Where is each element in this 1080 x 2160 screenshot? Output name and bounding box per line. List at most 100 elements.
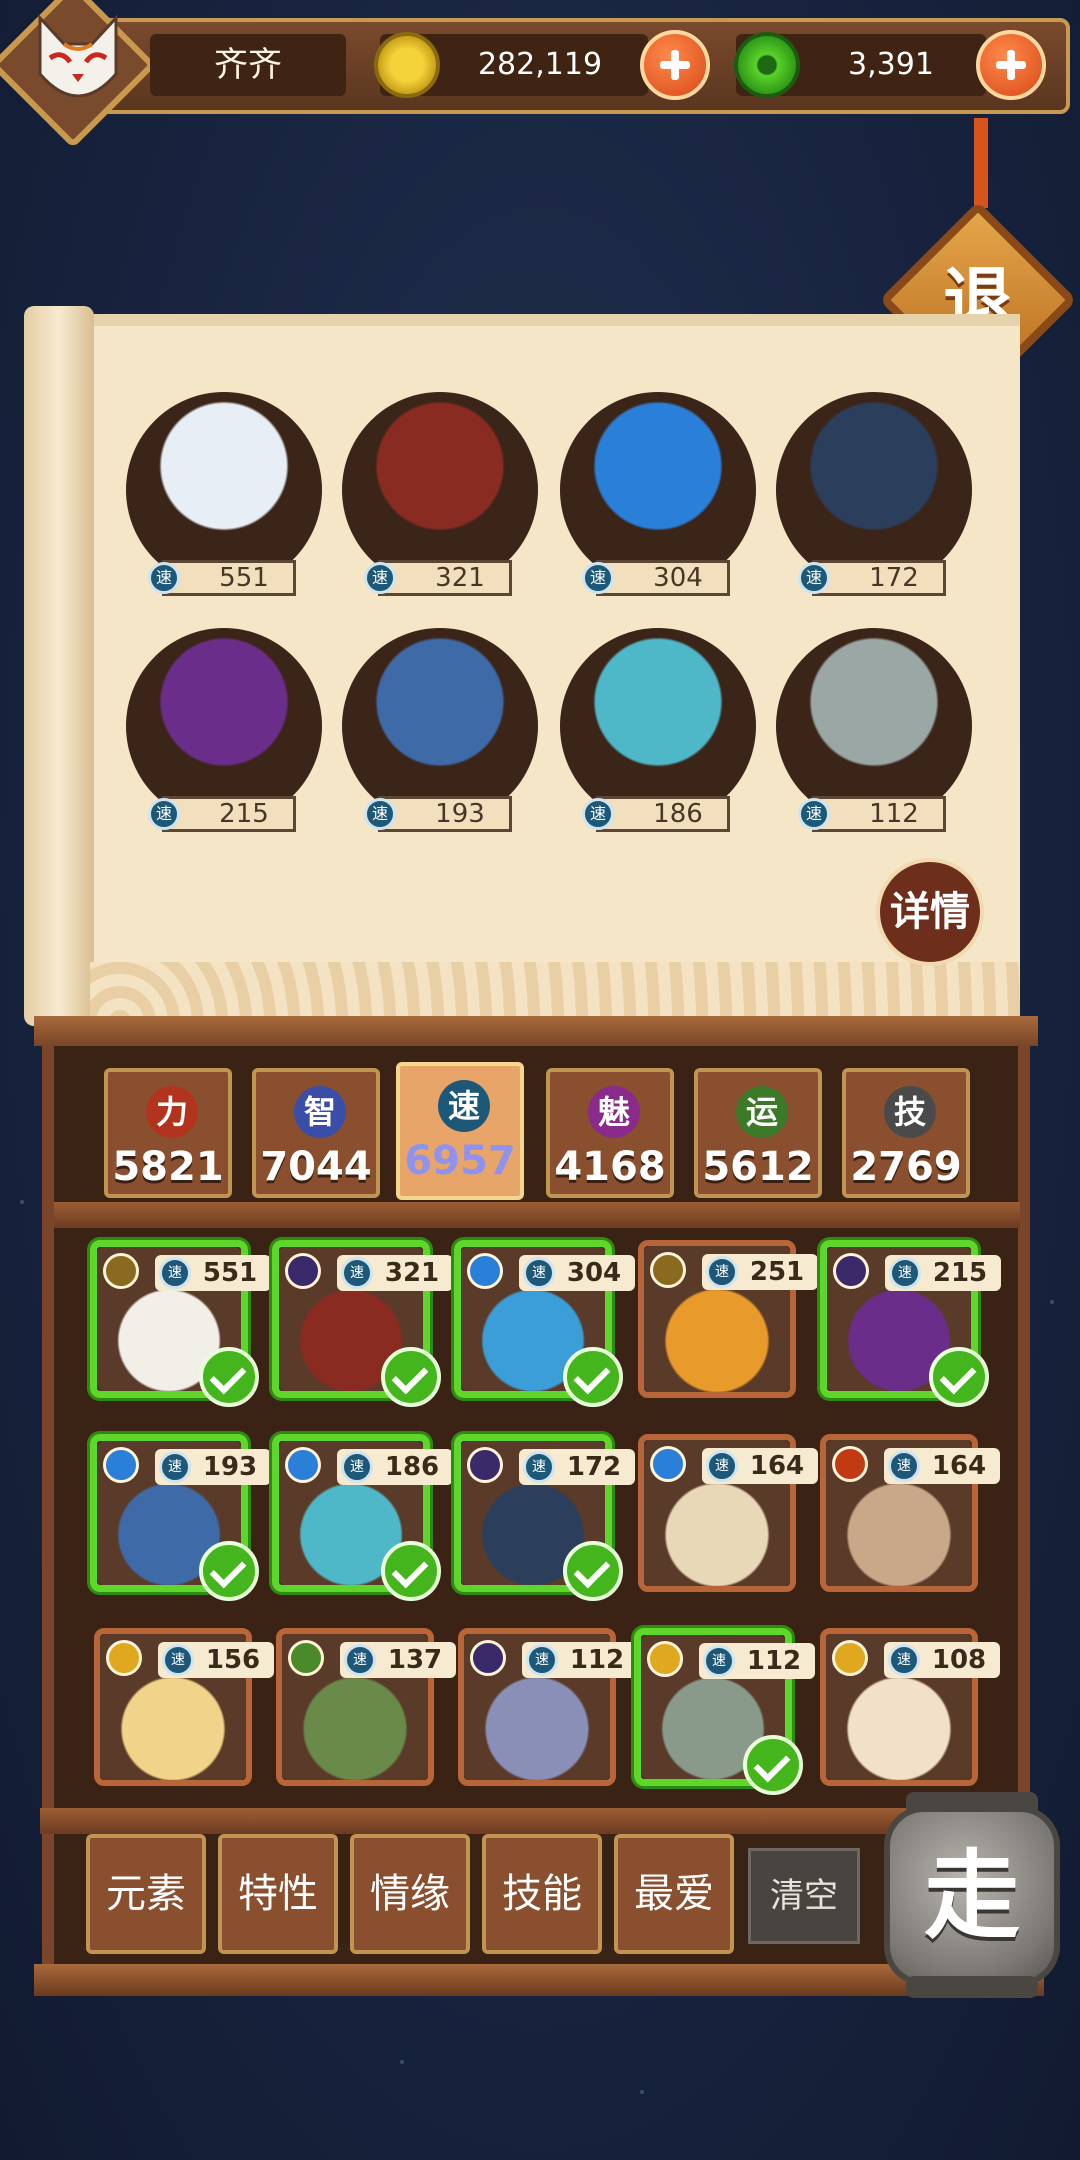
speed-value: 193 [435, 799, 485, 829]
attribute-tab[interactable]: 魅 4168 [546, 1068, 674, 1198]
add-jade-button[interactable] [976, 30, 1046, 100]
speed-icon: 速 [888, 1644, 920, 1676]
speed-value: 156 [205, 1645, 261, 1675]
dark-mask-beast-icon [794, 398, 954, 568]
speed-value: 164 [749, 1451, 805, 1481]
pet-card[interactable]: 速 108 [820, 1628, 1000, 1786]
attribute-icon: 运 [736, 1086, 788, 1138]
detail-label[interactable]: 详情 [876, 858, 984, 966]
fox-mask-avatar-icon[interactable] [30, 14, 126, 118]
attribute-tab[interactable]: 技 2769 [842, 1068, 970, 1198]
background-star [20, 1200, 24, 1204]
pet-card[interactable]: 速 321 [272, 1240, 453, 1407]
selected-check-icon [743, 1735, 803, 1795]
go-label[interactable]: 走 [884, 1806, 1060, 1986]
speed-icon: 速 [582, 562, 614, 594]
speed-value: 186 [384, 1452, 440, 1482]
selected-check-icon [199, 1347, 259, 1407]
team-slot[interactable]: 速 304 [560, 392, 760, 612]
light-element-icon [106, 1640, 142, 1676]
team-slot[interactable]: 速 551 [126, 392, 326, 612]
speed-value: 186 [653, 799, 703, 829]
attribute-value: 7044 [260, 1144, 372, 1190]
selected-check-icon [199, 1541, 259, 1601]
filter-button[interactable]: 情缘 [350, 1834, 470, 1954]
team-slot[interactable]: 速 321 [342, 392, 542, 612]
speed-icon: 速 [364, 562, 396, 594]
speed-value: 112 [869, 799, 919, 829]
speed-value: 112 [746, 1646, 802, 1676]
pet-card[interactable]: 速 304 [454, 1240, 635, 1407]
speed-icon: 速 [706, 1450, 738, 1482]
speed-icon: 速 [341, 1451, 373, 1483]
team-slot[interactable]: 速 172 [776, 392, 976, 612]
speed-value: 172 [566, 1452, 622, 1482]
moon-element-icon [467, 1447, 503, 1483]
jade-coin-icon [734, 32, 800, 98]
background-star [400, 2060, 404, 2064]
pet-card[interactable]: 速 137 [276, 1628, 456, 1786]
filter-button[interactable]: 技能 [482, 1834, 602, 1954]
player-name: 齐齐 [214, 45, 282, 85]
pet-card[interactable]: 速 215 [820, 1240, 1001, 1407]
filter-button[interactable]: 特性 [218, 1834, 338, 1954]
selected-check-icon [563, 1541, 623, 1601]
team-slot[interactable]: 速 186 [560, 628, 760, 848]
pet-card[interactable]: 速 164 [820, 1434, 1000, 1592]
scroll-edge [60, 314, 1020, 326]
pet-card[interactable]: 速 112 [458, 1628, 638, 1786]
purple-sorceress-icon [144, 634, 304, 804]
team-slot[interactable]: 速 215 [126, 628, 326, 848]
pet-card[interactable]: 速 186 [272, 1434, 453, 1601]
clear-button[interactable]: 清空 [748, 1848, 860, 1944]
pet-card[interactable]: 速 172 [454, 1434, 635, 1601]
cabinet-bottom-shelf [40, 1808, 1030, 1834]
attribute-tab[interactable]: 速 6957 [396, 1062, 524, 1200]
add-gold-button[interactable] [640, 30, 710, 100]
filter-button[interactable]: 元素 [86, 1834, 206, 1954]
light-element-icon [647, 1641, 683, 1677]
cabinet-top-shelf [34, 1016, 1038, 1046]
speed-icon: 速 [526, 1644, 558, 1676]
speed-icon: 速 [341, 1257, 373, 1289]
attribute-tab[interactable]: 智 7044 [252, 1068, 380, 1198]
speed-value: 215 [932, 1258, 988, 1288]
filter-button[interactable]: 最爱 [614, 1834, 734, 1954]
pet-card[interactable]: 速 156 [94, 1628, 274, 1786]
attribute-tab[interactable]: 力 5821 [104, 1068, 232, 1198]
background-star [1050, 1300, 1054, 1304]
speed-value: 137 [387, 1645, 443, 1675]
speed-icon: 速 [798, 798, 830, 830]
speed-value: 551 [202, 1258, 258, 1288]
speed-value: 304 [653, 563, 703, 593]
team-slot[interactable]: 速 193 [342, 628, 542, 848]
pet-card[interactable]: 速 164 [638, 1434, 818, 1592]
speed-icon: 速 [798, 562, 830, 594]
moon-element-icon [833, 1253, 869, 1289]
water-element-icon [285, 1447, 321, 1483]
scroll-roller [24, 306, 94, 1026]
speed-icon: 速 [703, 1645, 735, 1677]
fox-spirit-icon [144, 398, 304, 568]
pet-card[interactable]: 速 193 [90, 1434, 271, 1601]
speed-icon: 速 [523, 1451, 555, 1483]
speed-icon: 速 [159, 1257, 191, 1289]
attribute-icon: 技 [884, 1086, 936, 1138]
fire-element-icon [832, 1446, 868, 1482]
pet-card[interactable]: 速 112 [634, 1628, 815, 1795]
attribute-value: 2769 [850, 1144, 962, 1190]
cabinet-mid-shelf [54, 1202, 1020, 1228]
speed-value: 164 [931, 1451, 987, 1481]
scroll-wave-pattern [90, 962, 1020, 1016]
team-slot[interactable]: 速 112 [776, 628, 976, 848]
pet-card[interactable]: 速 251 [638, 1240, 818, 1398]
opera-general-icon [360, 398, 520, 568]
selected-check-icon [381, 1541, 441, 1601]
attribute-value: 5821 [112, 1144, 224, 1190]
attribute-tab[interactable]: 运 5612 [694, 1068, 822, 1198]
attribute-value: 4168 [554, 1144, 666, 1190]
speed-value: 251 [749, 1257, 805, 1287]
pet-card[interactable]: 速 551 [90, 1240, 271, 1407]
go-lantern-base [906, 1976, 1038, 1998]
gold-coin-icon [374, 32, 440, 98]
